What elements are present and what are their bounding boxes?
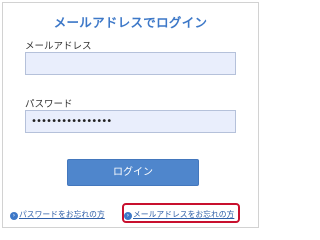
email-field[interactable] — [25, 52, 236, 75]
chevron-right-icon: › — [10, 212, 18, 220]
password-field[interactable]: •••••••••••••••• — [25, 110, 236, 133]
password-label: パスワード — [25, 99, 73, 110]
forgot-password-label: パスワードをお忘れの方 — [19, 210, 105, 219]
email-label: メールアドレス — [25, 41, 92, 52]
login-panel: メールアドレスでログイン メールアドレス パスワード •••••••••••••… — [2, 2, 259, 228]
highlight-box — [122, 203, 240, 223]
login-button[interactable]: ログイン — [67, 159, 199, 186]
page-title: メールアドレスでログイン — [53, 15, 208, 30]
forgot-password-link[interactable]: › パスワードをお忘れの方 — [10, 209, 105, 221]
